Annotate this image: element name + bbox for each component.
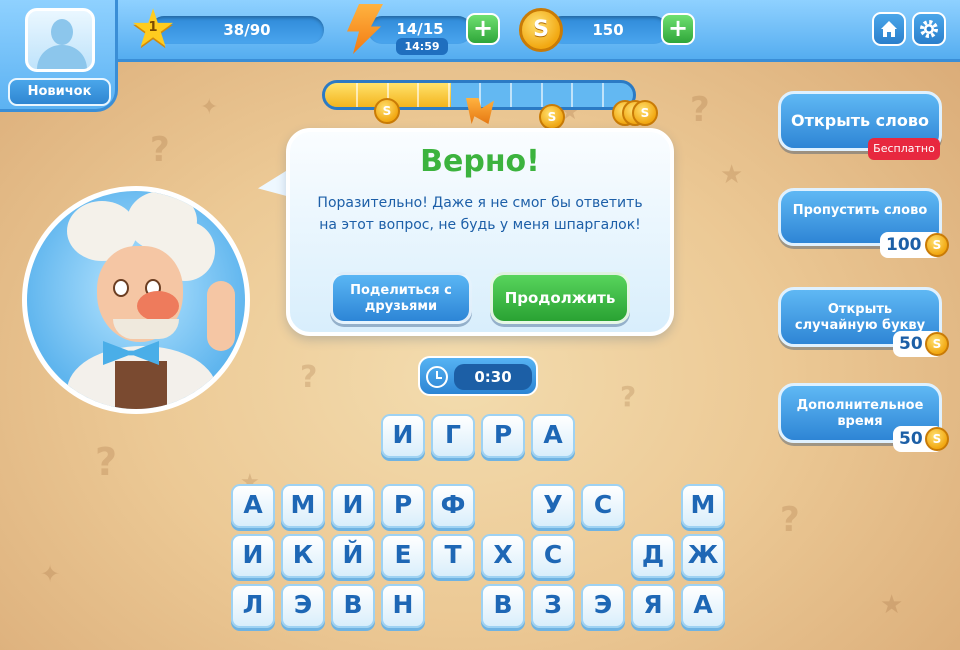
- settings-button[interactable]: [912, 12, 946, 46]
- letter-tile[interactable]: С: [581, 484, 625, 528]
- letter-tile[interactable]: Ж: [681, 534, 725, 578]
- letter-tile[interactable]: Ф: [431, 484, 475, 528]
- progress-coin-icon: S: [632, 100, 658, 126]
- progress-segment-divider: [509, 83, 512, 107]
- letter-tile[interactable]: В: [481, 584, 525, 628]
- clock-icon: [426, 366, 448, 388]
- letter-tile[interactable]: А: [231, 484, 275, 528]
- letter-tile[interactable]: Л: [231, 584, 275, 628]
- answer-tile[interactable]: И: [381, 414, 425, 458]
- free-badge: Бесплатно: [868, 138, 940, 160]
- coins-pill: 150: [548, 16, 668, 44]
- answer-tile[interactable]: Г: [431, 414, 475, 458]
- professor-character: [22, 186, 250, 414]
- letter-tile[interactable]: Е: [381, 534, 425, 578]
- add-coins-button[interactable]: +: [661, 13, 695, 45]
- energy-value: 14/15: [396, 20, 444, 38]
- rank-badge: Новичок: [8, 78, 111, 106]
- add-energy-button[interactable]: +: [466, 13, 500, 45]
- home-icon: [881, 21, 897, 37]
- letter-tile[interactable]: И: [231, 534, 275, 578]
- letter-tile[interactable]: З: [531, 584, 575, 628]
- character-eye: [113, 279, 129, 297]
- letter-tile[interactable]: Э: [281, 584, 325, 628]
- home-button[interactable]: [872, 12, 906, 46]
- coin-icon: S: [925, 233, 949, 257]
- letter-tile[interactable]: У: [531, 484, 575, 528]
- letter-tile[interactable]: Х: [481, 534, 525, 578]
- letter-tile[interactable]: А: [681, 584, 725, 628]
- share-button[interactable]: Поделиться с друзьями: [330, 272, 472, 324]
- star-icon: ★ 1: [129, 0, 177, 59]
- character-vest: [115, 361, 167, 409]
- coins-value: 150: [592, 21, 624, 39]
- coin-icon: S: [519, 8, 563, 52]
- progress-coin-icon: S: [374, 98, 400, 124]
- progress-segment-divider: [540, 83, 543, 107]
- avatar[interactable]: [25, 8, 95, 72]
- continue-button[interactable]: Продолжить: [490, 272, 630, 324]
- letter-tile[interactable]: М: [681, 484, 725, 528]
- letter-tile[interactable]: Я: [631, 584, 675, 628]
- letter-tile[interactable]: М: [281, 484, 325, 528]
- letter-tile[interactable]: В: [331, 584, 375, 628]
- letter-tile[interactable]: Э: [581, 584, 625, 628]
- letter-tile[interactable]: Д: [631, 534, 675, 578]
- dialog-message: Поразительно! Даже я не смог бы ответить…: [317, 195, 643, 233]
- progress-coin-icon: S: [539, 104, 565, 130]
- level-number: 1: [148, 20, 158, 35]
- answer-tile[interactable]: Р: [481, 414, 525, 458]
- progress-segment-divider: [355, 83, 358, 107]
- profile-panel: Новичок: [0, 0, 118, 112]
- dialog-title: Верно!: [420, 144, 540, 179]
- energy-timer: 14:59: [396, 38, 448, 55]
- coin-icon: S: [925, 332, 949, 356]
- progress-segment-divider: [602, 83, 605, 107]
- gear-icon: [920, 20, 938, 38]
- pointing-hand: [207, 281, 235, 351]
- answer-tile[interactable]: А: [531, 414, 575, 458]
- letter-tile[interactable]: Р: [381, 484, 425, 528]
- letter-tile[interactable]: С: [531, 534, 575, 578]
- progress-segment-divider: [448, 83, 451, 107]
- timer-value: 0:30: [454, 364, 532, 390]
- letter-tile[interactable]: Й: [331, 534, 375, 578]
- skip-word-label: Пропустить слово: [792, 203, 928, 218]
- progress-segment-divider: [417, 83, 420, 107]
- letter-tile[interactable]: К: [281, 534, 325, 578]
- avatar-head: [51, 19, 73, 45]
- letter-tile[interactable]: Н: [381, 584, 425, 628]
- result-dialog: Верно! Поразительно! Даже я не смог бы о…: [286, 128, 674, 336]
- character-nose: [137, 291, 179, 321]
- coin-icon: S: [925, 427, 949, 451]
- progress-segment-divider: [571, 83, 574, 107]
- letter-tile[interactable]: Т: [431, 534, 475, 578]
- letter-tile[interactable]: И: [331, 484, 375, 528]
- level-progress-text: 38/90: [223, 21, 271, 39]
- avatar-body: [37, 45, 87, 69]
- round-timer: 0:30: [418, 356, 538, 396]
- character-mustache: [113, 319, 179, 339]
